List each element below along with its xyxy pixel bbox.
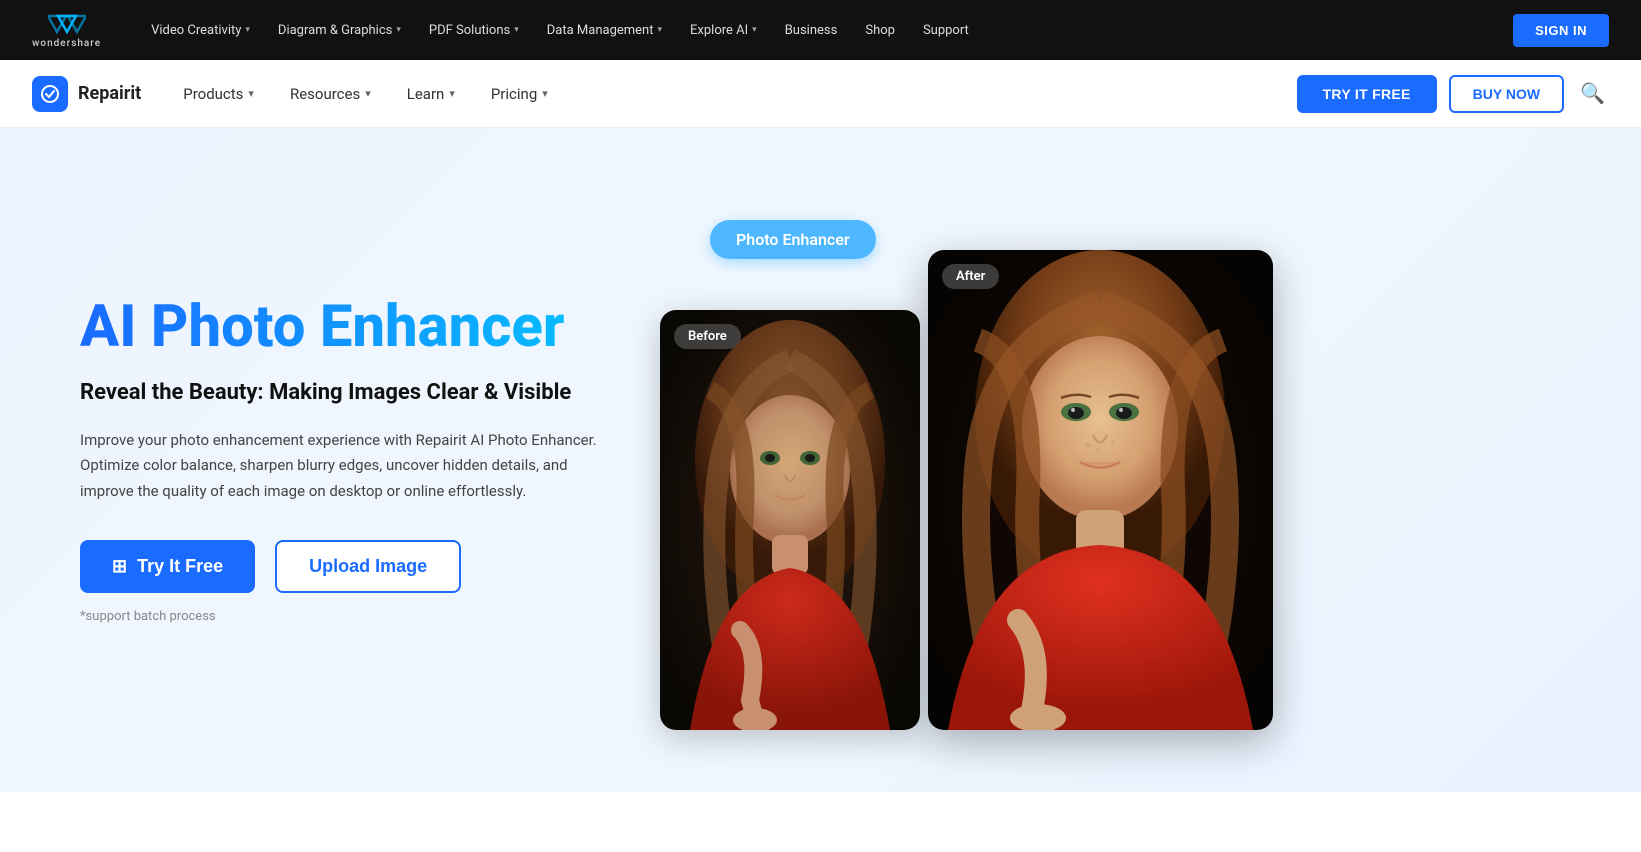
repairit-logo-name: Repairit <box>78 83 141 104</box>
chevron-down-icon: ▾ <box>542 87 548 100</box>
wondershare-logo[interactable]: wondershare <box>32 12 101 49</box>
video-creativity-label: Video Creativity <box>151 23 241 38</box>
chevron-down-icon: ▾ <box>449 87 455 100</box>
top-nav-pdf-solutions[interactable]: PDF Solutions ▾ <box>415 15 533 46</box>
hero-subtitle: Reveal the Beauty: Making Images Clear &… <box>80 379 600 408</box>
chevron-down-icon: ▾ <box>752 25 757 35</box>
hero-upload-button[interactable]: Upload Image <box>275 540 461 593</box>
top-nav-video-creativity[interactable]: Video Creativity ▾ <box>137 15 264 46</box>
product-nav-right: TRY IT FREE BUY NOW 🔍 <box>1297 75 1609 113</box>
wondershare-logo-text: wondershare <box>32 38 101 49</box>
windows-icon: ⊞ <box>112 556 127 577</box>
top-nav-items: Video Creativity ▾ Diagram & Graphics ▾ … <box>137 15 1513 46</box>
product-nav-items: Products ▾ Resources ▾ Learn ▾ Pricing ▾ <box>165 77 1296 111</box>
search-icon: 🔍 <box>1580 83 1605 105</box>
hero-left: AI Photo Enhancer Reveal the Beauty: Mak… <box>80 296 600 625</box>
chevron-down-icon: ▾ <box>658 25 663 35</box>
before-card: Before <box>660 310 920 730</box>
shop-label: Shop <box>865 23 895 38</box>
resources-label: Resources <box>290 85 360 103</box>
product-nav: Repairit Products ▾ Resources ▾ Learn ▾ … <box>0 60 1641 128</box>
learn-label: Learn <box>407 85 445 103</box>
diagram-graphics-label: Diagram & Graphics <box>278 23 392 38</box>
repairit-logo[interactable]: Repairit <box>32 76 141 112</box>
hero-right: Photo Enhancer Before <box>660 210 1561 710</box>
hero-note: *support batch process <box>80 609 600 624</box>
try-free-label: Try It Free <box>137 556 223 577</box>
chevron-down-icon: ▾ <box>365 87 371 100</box>
top-nav-diagram-graphics[interactable]: Diagram & Graphics ▾ <box>264 15 415 46</box>
photo-enhancer-badge: Photo Enhancer <box>710 220 876 259</box>
support-label: Support <box>923 23 969 38</box>
chevron-down-icon: ▾ <box>396 25 401 35</box>
chevron-down-icon: ▾ <box>245 25 250 35</box>
buy-now-button[interactable]: BUY NOW <box>1449 75 1564 113</box>
business-label: Business <box>785 23 838 38</box>
before-after-container: Before <box>660 250 1273 730</box>
before-photo <box>660 310 920 730</box>
pdf-solutions-label: PDF Solutions <box>429 23 510 38</box>
chevron-down-icon: ▾ <box>248 87 254 100</box>
after-card: After <box>928 250 1273 730</box>
hero-description: Improve your photo enhancement experienc… <box>80 428 600 505</box>
top-nav-business[interactable]: Business <box>771 15 852 46</box>
repairit-icon-svg <box>39 83 61 105</box>
top-nav-data-management[interactable]: Data Management ▾ <box>533 15 676 46</box>
search-button[interactable]: 🔍 <box>1576 77 1609 110</box>
pricing-label: Pricing <box>491 85 537 103</box>
top-nav: wondershare Video Creativity ▾ Diagram &… <box>0 0 1641 60</box>
before-label: Before <box>674 324 741 349</box>
product-nav-learn[interactable]: Learn ▾ <box>389 77 473 111</box>
data-management-label: Data Management <box>547 23 654 38</box>
hero-section: AI Photo Enhancer Reveal the Beauty: Mak… <box>0 128 1641 792</box>
wondershare-logo-icon <box>48 12 86 36</box>
chevron-down-icon: ▾ <box>514 25 519 35</box>
product-nav-pricing[interactable]: Pricing ▾ <box>473 77 566 111</box>
after-label: After <box>942 264 999 289</box>
hero-title: AI Photo Enhancer <box>80 296 600 360</box>
repairit-logo-icon <box>32 76 68 112</box>
hero-try-free-button[interactable]: ⊞ Try It Free <box>80 540 255 593</box>
product-nav-products[interactable]: Products ▾ <box>165 77 272 111</box>
top-nav-support[interactable]: Support <box>909 15 983 46</box>
hero-buttons: ⊞ Try It Free Upload Image <box>80 540 600 593</box>
try-it-free-button[interactable]: TRY IT FREE <box>1297 75 1437 113</box>
products-label: Products <box>183 85 243 103</box>
after-photo <box>928 250 1273 730</box>
top-nav-shop[interactable]: Shop <box>851 15 909 46</box>
explore-ai-label: Explore AI <box>690 23 748 38</box>
product-nav-resources[interactable]: Resources ▾ <box>272 77 389 111</box>
sign-in-button[interactable]: SIGN IN <box>1513 14 1609 47</box>
top-nav-explore-ai[interactable]: Explore AI ▾ <box>676 15 771 46</box>
